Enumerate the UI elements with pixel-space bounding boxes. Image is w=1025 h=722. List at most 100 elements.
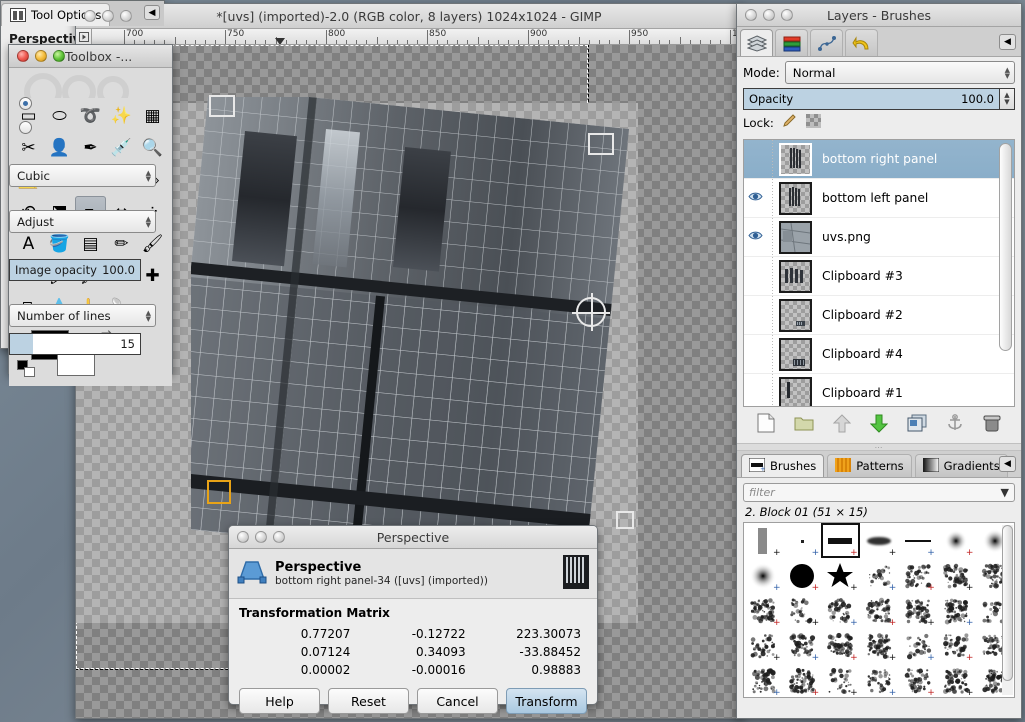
brush-cell[interactable]: +: [860, 558, 899, 593]
paths-tool[interactable]: ✒: [75, 132, 106, 164]
new-layer-group-button[interactable]: [794, 414, 814, 436]
close-button[interactable]: [745, 9, 757, 21]
chevron-up-down-icon[interactable]: ▲ ▼: [1005, 66, 1010, 79]
brush-cell[interactable]: +: [821, 628, 860, 663]
mode-select[interactable]: Normal ▲ ▼: [784, 61, 1015, 84]
layer-list[interactable]: bottom right panel bottom left panel uvs.p…: [743, 139, 1015, 407]
select-by-color-tool[interactable]: ▦: [137, 100, 168, 132]
layer-row[interactable]: Clipboard #3: [744, 257, 1014, 296]
perspective-dialog-titlebar[interactable]: Perspective: [229, 526, 597, 549]
brush-filter-input[interactable]: filter ▼: [743, 483, 1015, 502]
layer-row[interactable]: bottom right panel: [744, 140, 1014, 179]
ruler-menu-icon[interactable]: [76, 29, 92, 44]
brush-cell[interactable]: +: [821, 523, 860, 558]
bottom-right-handle[interactable]: [616, 511, 634, 529]
toolbox-window-controls[interactable]: [17, 50, 65, 62]
dock-divider[interactable]: ⋯: [737, 443, 1021, 452]
anchor-layer-button[interactable]: [946, 413, 964, 437]
close-button[interactable]: [17, 50, 29, 62]
maximize-button[interactable]: [781, 9, 793, 21]
layer-link-column[interactable]: [766, 335, 779, 373]
brush-cell[interactable]: +: [898, 558, 937, 593]
chevron-down-icon[interactable]: ▼: [1001, 486, 1009, 499]
guides-count-slider[interactable]: 15 ▲▼: [9, 333, 156, 355]
chevron-up-down-icon[interactable]: ▲ ▼: [146, 309, 151, 322]
minimize-button[interactable]: [35, 50, 47, 62]
brush-cell[interactable]: +: [937, 628, 976, 663]
clipping-select[interactable]: Adjust ▲ ▼: [9, 210, 156, 233]
brush-cell[interactable]: +: [898, 663, 937, 697]
tab-paths[interactable]: [810, 29, 843, 56]
brush-cell[interactable]: +: [860, 593, 899, 628]
close-button[interactable]: [237, 531, 249, 543]
raise-layer-button[interactable]: [832, 413, 852, 437]
dock-tabstrip[interactable]: ◀: [737, 27, 1021, 57]
brush-cell[interactable]: +: [744, 523, 783, 558]
layer-row[interactable]: Clipboard #4: [744, 335, 1014, 374]
color-picker-tool[interactable]: 💉: [106, 132, 137, 164]
minimize-button[interactable]: [102, 10, 114, 22]
image-opacity-slider[interactable]: Image opacity 100.0 ▲▼: [9, 259, 156, 281]
scissors-select-tool[interactable]: ✂: [13, 132, 44, 164]
brush-cell[interactable]: +: [783, 663, 822, 697]
layers-brushes-dock[interactable]: Layers - Brushes ◀ Mode: Normal ▲ ▼ Opac…: [736, 3, 1022, 719]
brush-grid-scrollbar[interactable]: [1002, 525, 1013, 695]
minimize-button[interactable]: [255, 531, 267, 543]
brush-cell[interactable]: +: [821, 593, 860, 628]
layer-buttons-bar[interactable]: [737, 407, 1021, 443]
brush-cell[interactable]: +: [783, 593, 822, 628]
minimize-button[interactable]: [763, 9, 775, 21]
lock-alpha-icon[interactable]: [805, 114, 821, 131]
foreground-select-tool[interactable]: 👤: [44, 132, 75, 164]
layer-visibility-toggle[interactable]: [744, 191, 766, 205]
brush-cell[interactable]: +: [744, 558, 783, 593]
brush-cell[interactable]: +: [744, 628, 783, 663]
wilber-drop-area[interactable]: [9, 68, 172, 98]
window-controls[interactable]: [84, 10, 132, 22]
interpolation-select[interactable]: Cubic ▲ ▼: [9, 164, 156, 187]
layer-link-column[interactable]: [766, 179, 779, 217]
help-button[interactable]: Help: [239, 688, 320, 714]
close-button[interactable]: [84, 10, 96, 22]
reset-button[interactable]: Reset: [328, 688, 409, 714]
delete-layer-button[interactable]: [983, 414, 1001, 437]
brush-cell[interactable]: +: [783, 523, 822, 558]
transform-pivot-icon[interactable]: [572, 293, 610, 331]
chevron-up-down-icon[interactable]: ▲ ▼: [146, 169, 151, 182]
layer-row[interactable]: Clipboard #1: [744, 374, 1014, 406]
tab-gradients[interactable]: Gradients: [914, 454, 1008, 477]
tab-channels[interactable]: [775, 29, 808, 56]
chevron-up-down-icon[interactable]: ▲ ▼: [146, 215, 151, 228]
transform-button[interactable]: Transform: [506, 688, 587, 714]
cancel-button[interactable]: Cancel: [417, 688, 498, 714]
perspective-dialog[interactable]: Perspective Perspective bottom right pan…: [228, 525, 598, 714]
radio-normal[interactable]: [19, 96, 32, 110]
scrollbar-thumb[interactable]: [1002, 525, 1013, 681]
brush-cell[interactable]: +: [783, 558, 822, 593]
top-left-handle[interactable]: [209, 95, 235, 117]
opacity-stepper[interactable]: ▲ ▼: [1000, 88, 1015, 110]
brush-cell[interactable]: +: [821, 558, 860, 593]
dock-titlebar[interactable]: Layers - Brushes: [737, 4, 1021, 27]
radio-corrective[interactable]: [19, 120, 32, 134]
free-select-tool[interactable]: ➰: [75, 100, 106, 132]
lock-pixels-icon[interactable]: [782, 114, 798, 131]
maximize-button[interactable]: [273, 531, 285, 543]
brush-cell[interactable]: +: [898, 628, 937, 663]
tool-options-tabstrip[interactable]: Tool Options ◀: [1, 1, 164, 26]
layer-visibility-toggle[interactable]: [744, 230, 766, 244]
brush-cell[interactable]: +: [783, 628, 822, 663]
opacity-slider[interactable]: Opacity 100.0 ▲ ▼: [743, 88, 1015, 110]
layer-link-column[interactable]: [766, 257, 779, 295]
bottom-left-handle[interactable]: [207, 480, 231, 504]
dock-window-controls[interactable]: [745, 9, 793, 21]
collapse-icon[interactable]: ◀: [999, 456, 1016, 472]
layer-row[interactable]: bottom left panel: [744, 179, 1014, 218]
tab-brushes[interactable]: + Brushes: [741, 454, 825, 477]
tab-layers[interactable]: [740, 29, 773, 56]
tab-patterns[interactable]: Patterns: [827, 454, 912, 477]
layer-link-column[interactable]: [766, 218, 779, 256]
layer-link-column[interactable]: [766, 140, 779, 178]
maximize-button[interactable]: [53, 50, 65, 62]
scrollbar-thumb[interactable]: [999, 143, 1012, 351]
